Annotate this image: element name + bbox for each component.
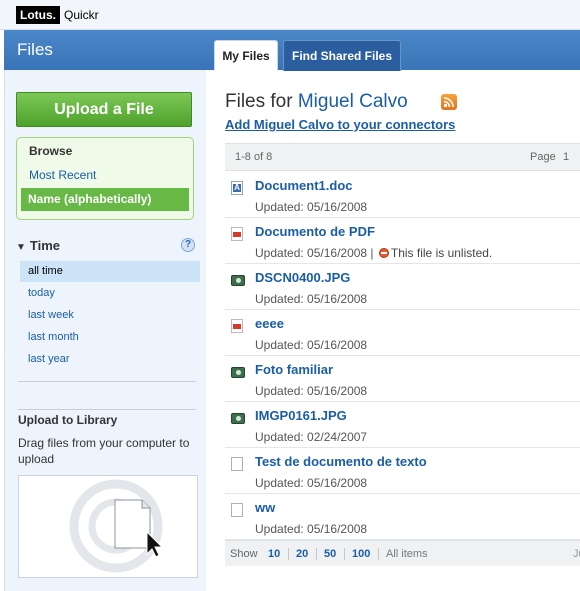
page-size-bar: Show 10 20 50 100 All items Ju [225,540,580,566]
time-last-year[interactable]: last year [20,349,200,370]
word-doc-icon [231,181,243,195]
show-all-items[interactable]: All items [386,541,428,567]
file-name-link[interactable]: Test de documento de texto [255,454,427,469]
pdf-icon [231,227,243,241]
show-10-link[interactable]: 10 [268,541,280,567]
show-20-link[interactable]: 20 [296,541,308,567]
time-filter-title: Time [29,238,61,253]
file-updated: Updated: 05/16/2008 | [255,246,374,260]
file-drop-zone[interactable] [18,475,198,578]
file-row: Test de documento de texto Updated: 05/1… [225,448,580,494]
file-row: eeee Updated: 05/16/2008 [225,310,580,356]
drag-file-icon [69,479,164,573]
time-filter-header[interactable]: ▼ Time [16,238,60,253]
sidebar: Upload a File Browse Most Recent Name (a… [4,70,206,591]
time-today[interactable]: today [20,283,200,304]
rss-feed-icon[interactable] [441,94,457,110]
truncated-next-link[interactable]: Ju [573,541,580,567]
file-row: Foto familiar Updated: 05/16/2008 [225,356,580,402]
text-file-icon [231,503,243,517]
file-name-link[interactable]: eeee [255,316,284,331]
brand-name: Lotus. [16,6,60,24]
show-50-link[interactable]: 50 [324,541,336,567]
page-number: 1 [563,151,570,163]
file-updated-line: Updated: 05/16/2008 | This file is unlis… [255,246,492,260]
time-last-month[interactable]: last month [20,327,200,348]
browse-panel: Browse Most Recent Name (alphabetically) [16,137,194,220]
separator [288,548,289,560]
file-row: DSCN0400.JPG Updated: 05/16/2008 [225,264,580,310]
image-icon [231,413,245,424]
file-updated: Updated: 05/16/2008 [255,200,368,214]
unlisted-icon [378,248,389,258]
file-row: IMGP0161.JPG Updated: 02/24/2007 [225,402,580,448]
file-row: Document1.doc Updated: 05/16/2008 [225,172,580,218]
upload-file-button[interactable]: Upload a File [16,92,192,127]
separator [316,548,317,560]
text-file-icon [231,457,243,471]
file-name-link[interactable]: ww [255,500,275,515]
lotus-quickr-logo: Lotus. Quickr [16,6,99,24]
show-label: Show [230,548,258,560]
page-label: Page [530,151,556,163]
separator [344,548,345,560]
owner-name-link[interactable]: Miguel Calvo [298,91,408,112]
result-count: 1-8 of 8 [235,151,273,163]
triangle-down-icon: ▼ [16,242,26,253]
main-title: Files for Miguel Calvo [225,91,408,113]
tab-find-shared-files[interactable]: Find Shared Files [283,40,401,71]
divider [18,381,196,382]
file-row: Documento de PDF Updated: 05/16/2008 | T… [225,218,580,264]
file-name-link[interactable]: DSCN0400.JPG [255,270,350,285]
image-icon [231,275,245,286]
file-row: ww Updated: 05/16/2008 [225,494,580,540]
image-icon [231,367,245,378]
brand-product: Quickr [64,8,99,22]
file-updated: Updated: 05/16/2008 [255,384,368,398]
rss-symbol [443,97,454,108]
browse-title: Browse [29,144,73,158]
file-name-link[interactable]: Document1.doc [255,178,353,193]
time-last-week[interactable]: last week [20,305,200,326]
file-updated: Updated: 05/16/2008 [255,292,368,306]
pdf-icon [231,319,243,333]
file-updated: Updated: 05/16/2008 [255,338,368,352]
file-updated: Updated: 05/16/2008 [255,476,368,490]
tab-my-files[interactable]: My Files [214,40,278,71]
browse-most-recent[interactable]: Most Recent [29,168,96,182]
help-icon[interactable]: ? [181,238,195,252]
time-all-time[interactable]: all time [20,261,200,282]
file-name-link[interactable]: Documento de PDF [255,224,375,239]
add-to-connectors-link[interactable]: Add Miguel Calvo to your connectors [225,117,455,132]
show-100-link[interactable]: 100 [352,541,370,567]
file-name-link[interactable]: Foto familiar [255,362,333,377]
file-updated: Updated: 02/24/2007 [255,430,368,444]
file-name-link[interactable]: IMGP0161.JPG [255,408,347,423]
browse-name-alphabetically[interactable]: Name (alphabetically) [21,188,189,211]
upload-library-description: Drag files from your computer to upload [18,436,190,466]
page-title: Files [17,40,53,59]
file-updated: Updated: 05/16/2008 [255,522,368,536]
upload-library-title: Upload to Library [18,413,118,427]
top-brand-bar: Lotus. Quickr [0,0,580,30]
main-title-prefix: Files for [225,91,293,112]
pager-bar: 1-8 of 8 Page 1 [225,143,580,171]
divider [18,409,196,410]
separator [378,548,379,560]
unlisted-note: This file is unlisted. [390,246,493,260]
